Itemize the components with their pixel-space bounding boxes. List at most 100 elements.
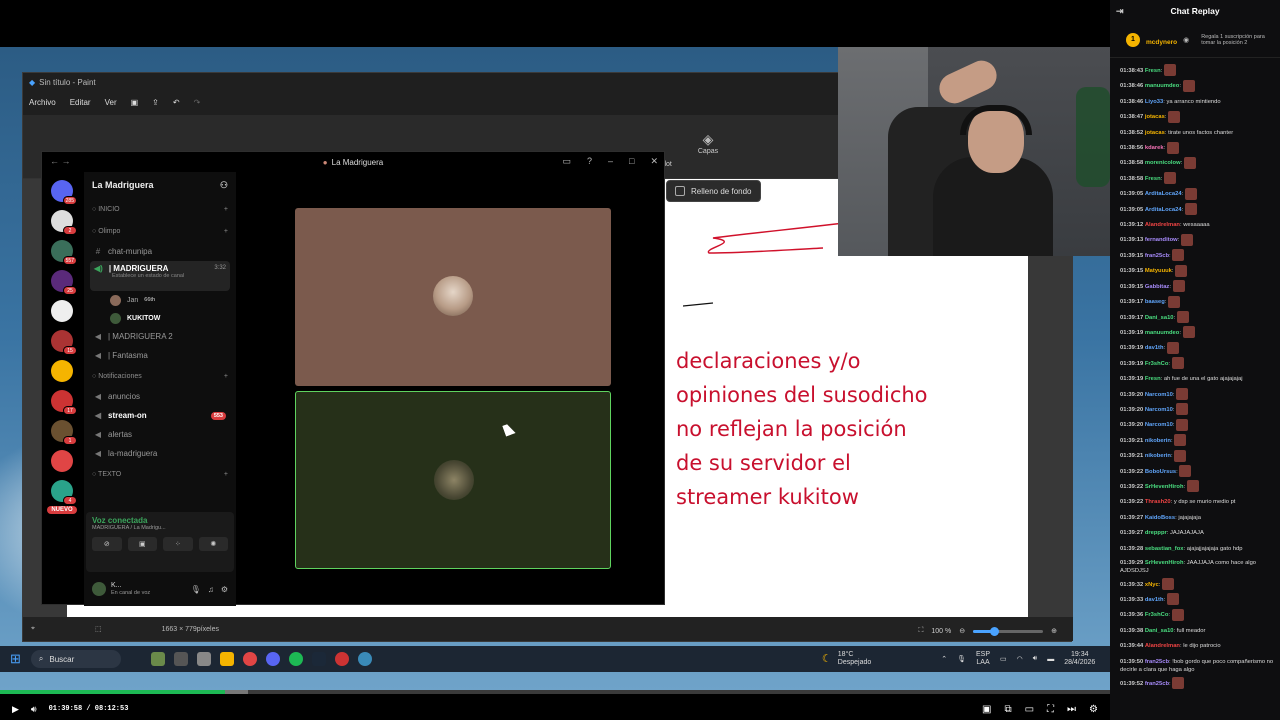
channel-status[interactable]: Establece un estado de canal bbox=[94, 273, 184, 279]
chat-username[interactable]: drepppr bbox=[1145, 530, 1167, 536]
chat-username[interactable]: jotacas bbox=[1145, 130, 1165, 136]
chat-username[interactable]: SrHevenHiroh bbox=[1145, 484, 1184, 490]
chat-username[interactable]: nikoberin bbox=[1145, 453, 1171, 459]
chat-username[interactable]: manuumdeo bbox=[1145, 330, 1179, 336]
chat-username[interactable]: fran25cb bbox=[1145, 253, 1169, 259]
server-item[interactable] bbox=[51, 300, 73, 322]
save-icon[interactable]: ▣ bbox=[131, 98, 139, 107]
collapse-chat-icon[interactable]: ⇥ bbox=[1116, 6, 1124, 17]
chat-username[interactable]: ArditaLoca24 bbox=[1145, 191, 1182, 197]
server-dm[interactable]: 285 bbox=[51, 180, 77, 205]
chat-username[interactable]: Narcom10 bbox=[1145, 407, 1173, 413]
server-item[interactable]: 1 bbox=[51, 420, 77, 445]
guild-header[interactable]: La Madriguera ⚇ bbox=[84, 172, 236, 198]
app-icon[interactable] bbox=[334, 652, 349, 666]
server-item[interactable]: 17 bbox=[51, 390, 77, 415]
capas-button[interactable]: ◈ Capas bbox=[693, 131, 723, 155]
voice-connected-label[interactable]: Voz conectada bbox=[92, 516, 228, 525]
chat-username[interactable]: Alandrelman bbox=[1145, 643, 1180, 649]
chat-username[interactable]: jotacas bbox=[1145, 114, 1165, 120]
task-view-icon[interactable] bbox=[173, 652, 188, 666]
volume-player-icon[interactable]: 🔊︎ bbox=[31, 704, 37, 715]
windows-start-icon[interactable]: ⊞ bbox=[10, 651, 21, 667]
miniplayer-icon[interactable]: ▭ bbox=[1025, 704, 1034, 715]
taskbar-search[interactable]: ⌕ Buscar bbox=[30, 650, 121, 668]
chrome-icon[interactable] bbox=[242, 652, 257, 666]
chat-username[interactable]: dav1th bbox=[1145, 345, 1164, 351]
channel-madriguera[interactable]: ◀) | MADRIGUERA Establece un estado de ca… bbox=[90, 261, 230, 291]
soundboard-icon[interactable]: ✺ bbox=[198, 537, 228, 551]
top-gifter[interactable]: mcdynero bbox=[1146, 31, 1177, 49]
chat-username[interactable]: Dani_sa10 bbox=[1145, 628, 1174, 634]
chat-username[interactable]: sebastian_fox bbox=[1145, 546, 1184, 552]
voice-user-jan[interactable]: Jan 66th bbox=[84, 291, 236, 309]
channel-la-madriguera[interactable]: ◀ la-madriguera bbox=[84, 444, 236, 463]
server-item[interactable]: 2 bbox=[51, 210, 77, 235]
category-olimpo[interactable]: Olimpo + bbox=[84, 220, 236, 242]
chat-username[interactable]: BoboUrsus bbox=[1145, 469, 1176, 475]
camera-off-icon[interactable]: ⊘ bbox=[92, 537, 122, 551]
redo-icon[interactable]: ↷ bbox=[194, 98, 201, 107]
fit-icon[interactable]: ⛶ bbox=[918, 627, 923, 635]
server-item[interactable]: 4 bbox=[51, 480, 77, 505]
wifi-icon[interactable]: ◠ bbox=[1017, 655, 1023, 663]
category-notificaciones[interactable]: Notificaciones + bbox=[84, 365, 236, 387]
close-icon[interactable]: ✕ bbox=[650, 156, 658, 167]
server-item[interactable]: 25 bbox=[51, 270, 77, 295]
add-member-icon[interactable]: ⚇ bbox=[220, 180, 228, 191]
chat-username[interactable]: Matyuuuk bbox=[1145, 268, 1172, 274]
chat-username[interactable]: KaidoBoss bbox=[1145, 515, 1175, 521]
gift-prompt[interactable]: Regala 1 suscripción para tomar la posic… bbox=[1201, 34, 1271, 46]
clip-icon[interactable]: ⧉ bbox=[1004, 704, 1011, 715]
next-icon[interactable]: ⏭ bbox=[1067, 704, 1076, 715]
chat-username[interactable]: nikoberin bbox=[1145, 438, 1171, 444]
chevron-up-icon[interactable]: ⌃ bbox=[941, 655, 947, 663]
battery-icon[interactable]: ▬ bbox=[1047, 656, 1054, 663]
undo-icon[interactable]: ↶ bbox=[173, 98, 180, 107]
chat-username[interactable]: Fr3shCo bbox=[1145, 361, 1169, 367]
share-icon[interactable]: ⇪ bbox=[152, 98, 159, 107]
server-item[interactable]: 557 bbox=[51, 240, 77, 265]
maximize-icon[interactable]: □ bbox=[629, 156, 634, 167]
weather-widget[interactable]: ☾ 18°C Despejado bbox=[822, 651, 871, 667]
headphones-icon[interactable]: ♫ bbox=[208, 585, 214, 594]
category-inicio[interactable]: INICIO + bbox=[84, 198, 236, 220]
channel-anuncios[interactable]: ◀ anuncios bbox=[84, 387, 236, 406]
video-tile-kukitow[interactable] bbox=[295, 391, 611, 569]
steam-icon[interactable] bbox=[311, 652, 326, 666]
chat-username[interactable]: Fresn bbox=[1145, 68, 1161, 74]
chat-username[interactable]: Narcom10 bbox=[1145, 392, 1173, 398]
app-icon[interactable] bbox=[357, 652, 372, 666]
chat-username[interactable]: fran25cb bbox=[1145, 681, 1169, 687]
category-texto[interactable]: TEXTO + bbox=[84, 463, 236, 485]
back-arrow-icon[interactable]: ← → bbox=[50, 156, 71, 166]
zoom-out-icon[interactable]: ⊖ bbox=[959, 627, 965, 635]
voice-user-kukitow[interactable]: KUKITOW bbox=[84, 309, 236, 327]
channel-chat-munipa[interactable]: # chat-munipa bbox=[84, 242, 236, 261]
channel-stream-on[interactable]: ◀ stream-on 553 bbox=[84, 406, 236, 425]
server-item[interactable] bbox=[51, 450, 73, 472]
menu-archivo[interactable]: Archivo bbox=[29, 98, 56, 107]
video-player[interactable]: ◆ Sin título - Paint Archivo Editar Ver … bbox=[0, 0, 1110, 698]
volume-icon[interactable]: 🔊︎ bbox=[1033, 655, 1037, 663]
screen-share-icon[interactable]: ▣ bbox=[127, 537, 157, 551]
relleno-checkbox[interactable] bbox=[675, 186, 685, 196]
monitor-icon[interactable]: ▭ bbox=[1000, 655, 1007, 663]
server-item[interactable]: 15 bbox=[51, 330, 77, 355]
avatar[interactable] bbox=[92, 582, 106, 596]
plus-icon[interactable]: + bbox=[224, 373, 228, 380]
mic-icon[interactable]: 🎙︎ bbox=[191, 585, 201, 594]
zoom-slider-knob[interactable] bbox=[990, 626, 1000, 636]
chat-username[interactable]: Alandrelman bbox=[1145, 222, 1180, 228]
chat-username[interactable]: morenicolow bbox=[1145, 160, 1181, 166]
chat-username[interactable]: kdarek bbox=[1145, 145, 1164, 151]
chat-username[interactable]: Dani_sa10 bbox=[1145, 315, 1174, 321]
plus-icon[interactable]: + bbox=[224, 206, 228, 213]
play-icon[interactable]: ▶ bbox=[12, 704, 19, 715]
fullscreen-icon[interactable]: ⛶ bbox=[1047, 704, 1054, 715]
plus-icon[interactable]: + bbox=[224, 228, 228, 235]
chat-username[interactable]: SrHevenHiroh bbox=[1145, 560, 1184, 566]
inbox-icon[interactable]: ▭ bbox=[562, 156, 571, 167]
chat-username[interactable]: baaseg bbox=[1145, 299, 1165, 305]
channel-madriguera-2[interactable]: ◀ | MADRIGUERA 2 bbox=[84, 327, 236, 346]
